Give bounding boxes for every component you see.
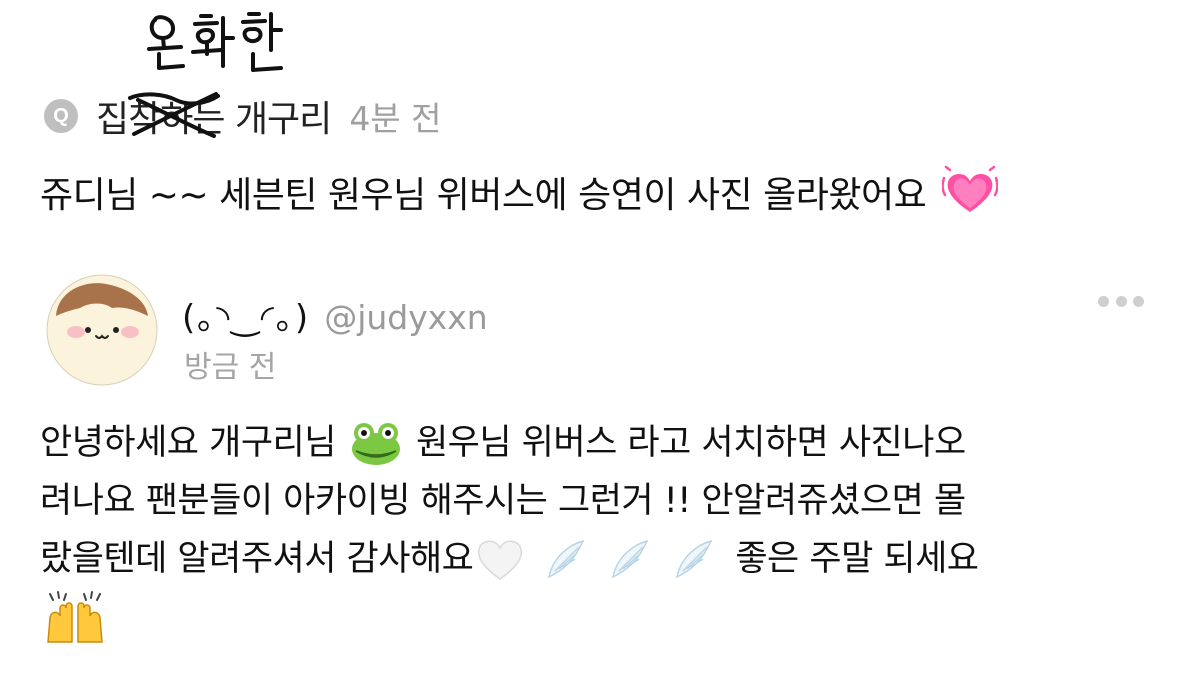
more-dot <box>1098 295 1109 307</box>
asker-name[interactable]: 집착하 는 개구리 <box>96 90 332 142</box>
frog-icon <box>351 423 400 465</box>
answer-text-segment: 원우님 위버스 라고 서치하면 사진나오 <box>415 423 966 463</box>
answerer-display-name[interactable]: (｡◝‿◜｡) <box>182 290 310 339</box>
wing-icon <box>548 539 585 579</box>
answer-text: 안녕하세요 개구리님 원우님 위버스 라고 서치하면 사진나오 려나요 팬분들이… <box>40 414 1170 646</box>
answer-line-2: 려나요 팬분들이 아카이빙 해주시는 그런거 !! 안알려쥬셨으면 몰 <box>40 472 1170 530</box>
question-text-row: 쥬디님 ~~ 세븐틴 원우님 위버스에 승연이 사진 올라왔어요 <box>40 164 999 220</box>
asker-struck-text: 착하 <box>128 90 221 142</box>
raising-hands-icon <box>47 591 103 643</box>
question-time: 4분 전 <box>349 99 442 138</box>
more-dots-icon[interactable] <box>1098 290 1144 312</box>
more-dot <box>1133 295 1144 307</box>
wing-icon <box>676 539 713 579</box>
answer-time: 방금 전 <box>184 350 277 385</box>
answer-line-4 <box>40 588 1170 646</box>
answerer-name-row: (｡◝‿◜｡) @judyxxn <box>182 290 488 339</box>
answer-line-1: 안녕하세요 개구리님 원우님 위버스 라고 서치하면 사진나오 <box>40 414 1170 472</box>
asker-prefix: 집 <box>96 99 129 140</box>
answer-line-3: 랐을텐데 알려주셔서 감사해요 좋은 주말 되세요 <box>40 530 1170 588</box>
growing-heart-icon <box>942 165 999 212</box>
answerer-handle[interactable]: @judyxxn <box>324 298 488 337</box>
answer-text-segment: 려나요 팬분들이 아카이빙 해주시는 그런거 !! 안알려쥬셨으면 몰 <box>40 481 966 521</box>
avatar[interactable] <box>46 274 158 386</box>
more-dot <box>1115 295 1127 307</box>
asker-suffix: 는 개구리 <box>192 99 332 140</box>
answer-text-segment: 좋은 주말 되세요 <box>735 539 979 579</box>
handwritten-correction <box>147 12 283 72</box>
question-text: 쥬디님 ~~ 세븐틴 원우님 위버스에 승연이 사진 올라왔어요 <box>40 175 927 216</box>
question-badge: Q <box>44 99 78 133</box>
answer-text-segment: 랐을텐데 알려주셔서 감사해요 <box>40 539 474 579</box>
wing-icon <box>612 539 649 579</box>
white-heart-icon <box>478 540 523 580</box>
answer-text-segment: 안녕하세요 개구리님 <box>40 423 336 463</box>
question-header: Q 집착하 는 개구리 4분 전 <box>44 88 442 144</box>
